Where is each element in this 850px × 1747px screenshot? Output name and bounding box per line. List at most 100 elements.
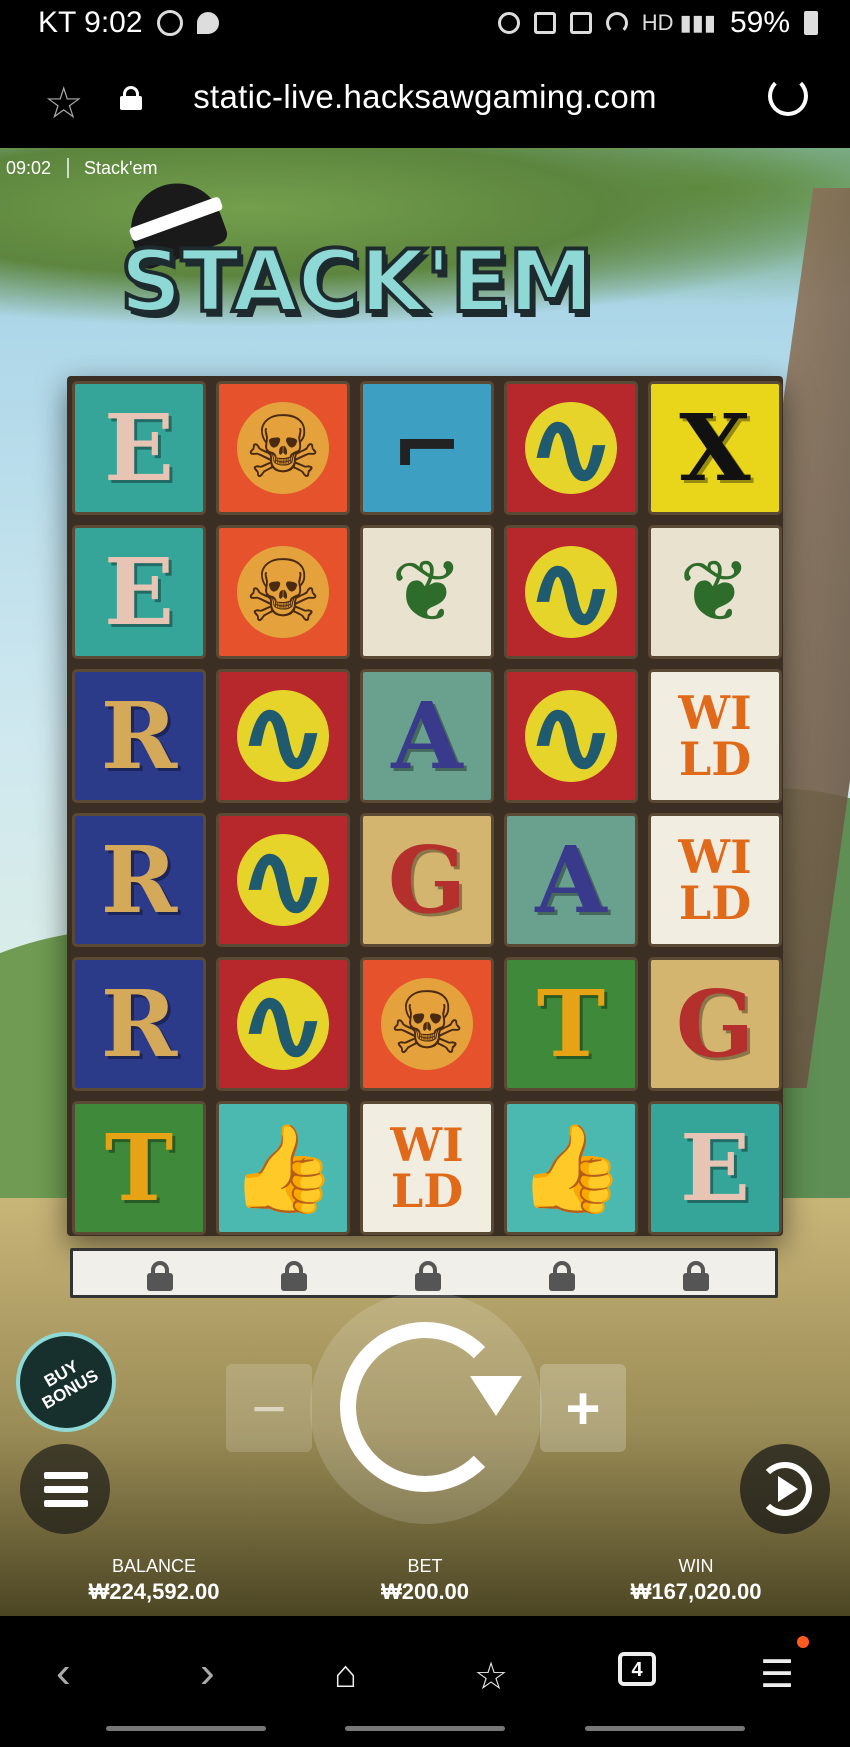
symbol-skull-icon: ☠ (388, 974, 466, 1074)
reel-symbol-t: T (72, 1101, 206, 1235)
reel-symbol-r: R (72, 669, 206, 803)
browser-menu-icon[interactable]: ☰ (760, 1652, 794, 1697)
hamburger-icon (44, 1500, 88, 1507)
reel-symbol-wild: WI LD (648, 813, 782, 947)
game-logo: STACK'EM (118, 230, 596, 334)
balance-stat: BALANCE ₩224,592.00 (64, 1556, 244, 1605)
forward-icon[interactable]: › (200, 1648, 215, 1698)
reel-symbol-x: X (648, 381, 782, 515)
status-bar: KT 9:02 HD ▮▮▮ 59% (0, 0, 850, 52)
hamburger-icon (44, 1486, 88, 1493)
symbol-a-icon: A (535, 826, 607, 934)
reel-symbol-a: A (504, 813, 638, 947)
balance-label: BALANCE (111, 1556, 197, 1576)
symbol-r-icon: R (100, 970, 178, 1078)
balance-value: ₩224,592.00 (88, 1579, 220, 1604)
divider (67, 158, 69, 178)
reel-symbol-leaf: ❦ (648, 525, 782, 659)
symbol-snake-icon: ∿ (524, 528, 618, 656)
url-text[interactable]: static-live.hacksawgaming.com (0, 78, 850, 116)
lock-icon (147, 1261, 173, 1291)
tabs-button[interactable]: 4 (618, 1652, 656, 1686)
symbol-t-icon: T (536, 970, 606, 1078)
bookmarks-icon[interactable]: ☆ (474, 1654, 508, 1699)
symbol-snake-icon: ∿ (236, 960, 330, 1088)
game-name: Stack'em (84, 158, 158, 178)
gesture-bar-left (106, 1726, 266, 1731)
bet-value: ₩200.00 (380, 1579, 470, 1604)
increase-bet-button[interactable]: + (540, 1364, 626, 1452)
bet-stat: BET ₩200.00 (335, 1556, 515, 1605)
menu-button[interactable] (20, 1444, 110, 1534)
status-left: KT 9:02 (38, 6, 219, 40)
reel-symbol-e: E (72, 525, 206, 659)
win-value: ₩167,020.00 (630, 1579, 762, 1604)
reel-symbol-e: E (72, 381, 206, 515)
symbol-e-icon: E (679, 1114, 751, 1222)
reel-symbol-leaf: ❦ (360, 525, 494, 659)
symbol-g-icon: G (675, 970, 755, 1078)
reel-symbol-wild: WI LD (648, 669, 782, 803)
lock-icon (549, 1261, 575, 1291)
gesture-bar-center (345, 1726, 505, 1731)
battery-percent: 59% (729, 6, 790, 39)
reel-symbol-r: R (72, 813, 206, 947)
win-label: WIN (678, 1556, 714, 1576)
gesture-bar-right (585, 1726, 745, 1731)
notification-dot (797, 1636, 809, 1648)
reel-symbol-a: A (360, 669, 494, 803)
reel-symbol-thumb: 👍 (504, 1101, 638, 1235)
reel-symbol-g: G (360, 813, 494, 947)
reel-symbol-snake: ∿ (504, 525, 638, 659)
decrease-bet-button[interactable]: − (226, 1364, 312, 1452)
reel-symbol-skull: ☠ (216, 381, 350, 515)
hamburger-icon (44, 1472, 88, 1479)
symbol-snake-icon: ∿ (236, 672, 330, 800)
spin-arrow-icon (470, 1376, 522, 1416)
play-icon (778, 1476, 798, 1502)
symbol-x-icon: X (679, 394, 751, 502)
mute-icon (533, 12, 556, 34)
lock-icon (683, 1261, 709, 1291)
lock-icon (281, 1261, 307, 1291)
home-icon[interactable]: ⌂ (334, 1654, 357, 1697)
symbol-wild-icon: WI LD (678, 830, 752, 930)
reel-symbol-snake: ∿ (216, 669, 350, 803)
symbol-e-icon: E (103, 394, 175, 502)
autoplay-button[interactable] (740, 1444, 830, 1534)
symbol-skull-icon: ☠ (244, 398, 322, 498)
battery-icon (804, 11, 818, 35)
reel-symbol-snake: ∿ (216, 957, 350, 1091)
reel-symbol-r: R (72, 957, 206, 1091)
sync-icon (156, 10, 183, 36)
lock-row (70, 1248, 778, 1298)
back-icon[interactable]: ‹ (56, 1648, 71, 1698)
lock-icon (415, 1261, 441, 1291)
symbol-skull-icon: ☠ (244, 542, 322, 642)
reel-symbol-shoes: ⌐ (360, 381, 494, 515)
symbol-wild-icon: WI LD (678, 686, 752, 786)
reel-symbol-snake: ∿ (504, 381, 638, 515)
symbol-r-icon: R (100, 682, 178, 790)
symbol-shoes-icon: ⌐ (390, 398, 464, 498)
alarm-icon (497, 12, 520, 34)
symbol-t-icon: T (104, 1114, 174, 1222)
reel-symbol-skull: ☠ (216, 525, 350, 659)
symbol-wild-icon: WI LD (390, 1118, 464, 1218)
symbol-snake-icon: ∿ (524, 672, 618, 800)
wifi-icon (605, 12, 628, 34)
symbol-r-icon: R (100, 826, 178, 934)
reel-symbol-g: G (648, 957, 782, 1091)
reel-grid: E ☠ ⌐ ∿ X E ☠ ❦ ∿ ❦ R ∿ A ∿ WI LD R ∿ G A WI LD R ∿ ☠ T G T 👍 WI LD 👍 E (67, 376, 783, 1236)
reel-symbol-snake: ∿ (504, 669, 638, 803)
reel-symbol-snake: ∿ (216, 813, 350, 947)
messenger-icon (196, 12, 219, 34)
win-stat: WIN ₩167,020.00 (606, 1556, 786, 1605)
reel-symbol-skull: ☠ (360, 957, 494, 1091)
reload-icon[interactable] (768, 76, 808, 116)
symbol-thumb-icon: 👍 (517, 1118, 625, 1219)
symbol-snake-icon: ∿ (236, 816, 330, 944)
reel-symbol-wild: WI LD (360, 1101, 494, 1235)
signal-icon: HD ▮▮▮ (641, 10, 716, 35)
symbol-e-icon: E (103, 538, 175, 646)
